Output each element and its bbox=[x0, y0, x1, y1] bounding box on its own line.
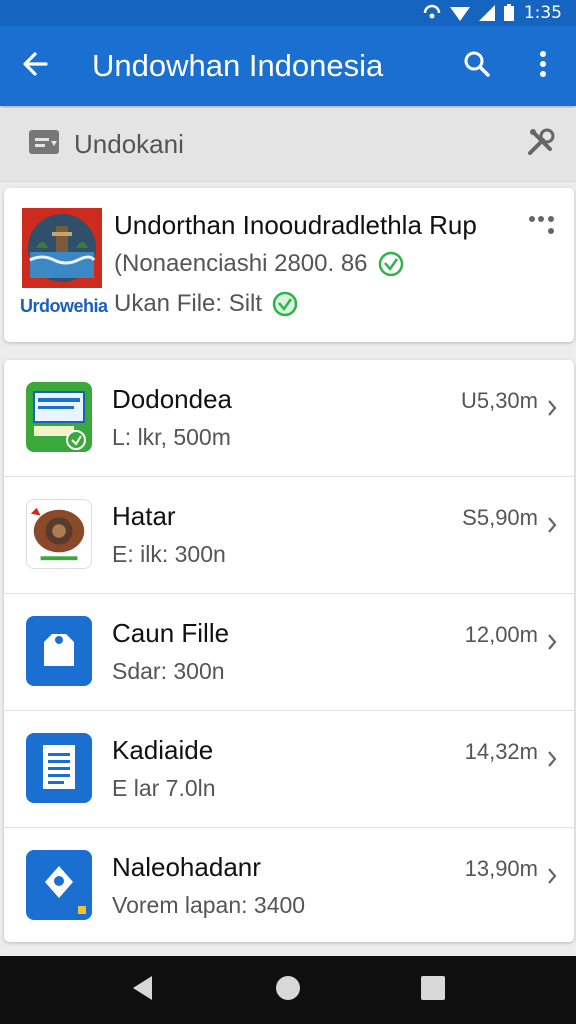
more-vert-icon bbox=[539, 50, 547, 83]
app-logo-icon bbox=[22, 208, 102, 288]
chevron-right-icon bbox=[546, 866, 558, 891]
item-subtitle: L: lkr, 500m bbox=[112, 424, 231, 450]
header-line-2-text: Ukan File: Silt bbox=[114, 290, 263, 317]
item-subtitle: Sdar: 300n bbox=[112, 658, 225, 684]
back-button[interactable] bbox=[0, 26, 70, 106]
search-button[interactable] bbox=[444, 26, 510, 106]
chevron-right-icon bbox=[546, 398, 558, 423]
list-item[interactable]: Hatar E: ilk: 300n S5,90m bbox=[4, 477, 574, 594]
status-time: 1:35 bbox=[523, 3, 562, 23]
blue-map-pin-icon bbox=[26, 850, 92, 920]
signal-icon bbox=[422, 4, 442, 22]
item-size: 14,32m bbox=[464, 739, 538, 764]
item-name: Caun Fille bbox=[112, 618, 230, 648]
tools-icon bbox=[526, 127, 556, 162]
wooden-box-icon bbox=[26, 499, 92, 569]
nav-recents-button[interactable] bbox=[403, 960, 463, 1020]
header-title: Undorthan Inooudradlethla Rup bbox=[114, 210, 477, 240]
list-item[interactable]: Kadiaide E lar 7.0ln 14,32m bbox=[4, 711, 574, 828]
nav-home-button[interactable] bbox=[258, 960, 318, 1020]
more-dots-icon bbox=[528, 216, 556, 242]
back-arrow-icon bbox=[21, 50, 49, 83]
search-icon bbox=[463, 50, 491, 83]
nav-back-button[interactable] bbox=[113, 960, 173, 1020]
header-line-1: (Nonaenciashi 2800. 86 bbox=[114, 250, 404, 278]
item-name: Hatar bbox=[112, 501, 176, 531]
list-item[interactable]: Caun Fille Sdar: 300n 12,00m bbox=[4, 594, 574, 711]
item-size: U5,30m bbox=[460, 388, 538, 413]
cell-icon bbox=[478, 4, 496, 22]
document-green-icon bbox=[26, 382, 92, 452]
check-circle-icon bbox=[378, 251, 404, 277]
status-bar: 1:35 bbox=[0, 0, 576, 26]
check-circle-icon bbox=[272, 291, 298, 317]
section-label: Undokani bbox=[74, 129, 184, 159]
header-line-2: Ukan File: Silt bbox=[114, 290, 298, 318]
back-triangle-icon bbox=[130, 974, 156, 1007]
blue-document-icon bbox=[26, 733, 92, 803]
header-line-1-text: (Nonaenciashi 2800. 86 bbox=[114, 250, 368, 277]
battery-icon bbox=[503, 4, 515, 22]
item-subtitle: E: ilk: 300n bbox=[112, 541, 226, 567]
header-card[interactable]: Urdowehia Undorthan Inooudradlethla Rup … bbox=[4, 188, 574, 342]
blue-bag-icon bbox=[26, 616, 92, 686]
recents-square-icon bbox=[420, 975, 446, 1006]
item-subtitle: E lar 7.0ln bbox=[112, 775, 216, 801]
list-item[interactable]: Dodondea L: lkr, 500m U5,30m bbox=[4, 360, 574, 477]
tools-button[interactable] bbox=[506, 127, 576, 162]
chevron-right-icon bbox=[546, 632, 558, 657]
home-circle-icon bbox=[274, 974, 302, 1007]
card-more-button[interactable] bbox=[528, 212, 556, 243]
item-size: 13,90m bbox=[464, 856, 538, 881]
overflow-menu-button[interactable] bbox=[510, 26, 576, 106]
brand-label: Urdowehia bbox=[20, 296, 108, 316]
system-nav-bar bbox=[0, 956, 576, 1024]
app-bar: Undowhan Indonesia bbox=[0, 26, 576, 106]
folder-icon bbox=[28, 127, 62, 162]
item-name: Dodondea bbox=[112, 384, 232, 414]
item-name: Naleohadanr bbox=[112, 852, 261, 882]
list-item[interactable]: Naleohadanr Vorem lapan: 3400 13,90m bbox=[4, 828, 574, 945]
item-name: Kadiaide bbox=[112, 735, 214, 765]
item-subtitle: Vorem lapan: 3400 bbox=[112, 892, 306, 918]
item-size: 12,00m bbox=[464, 622, 538, 647]
file-list: Dodondea L: lkr, 500m U5,30m Hatar E: il… bbox=[4, 360, 574, 942]
item-size: S5,90m bbox=[462, 505, 538, 530]
chevron-right-icon bbox=[546, 515, 558, 540]
wifi-icon bbox=[449, 4, 471, 22]
page-title: Undowhan Indonesia bbox=[92, 48, 384, 83]
section-header: Undokani bbox=[0, 108, 576, 182]
chevron-right-icon bbox=[546, 749, 558, 774]
